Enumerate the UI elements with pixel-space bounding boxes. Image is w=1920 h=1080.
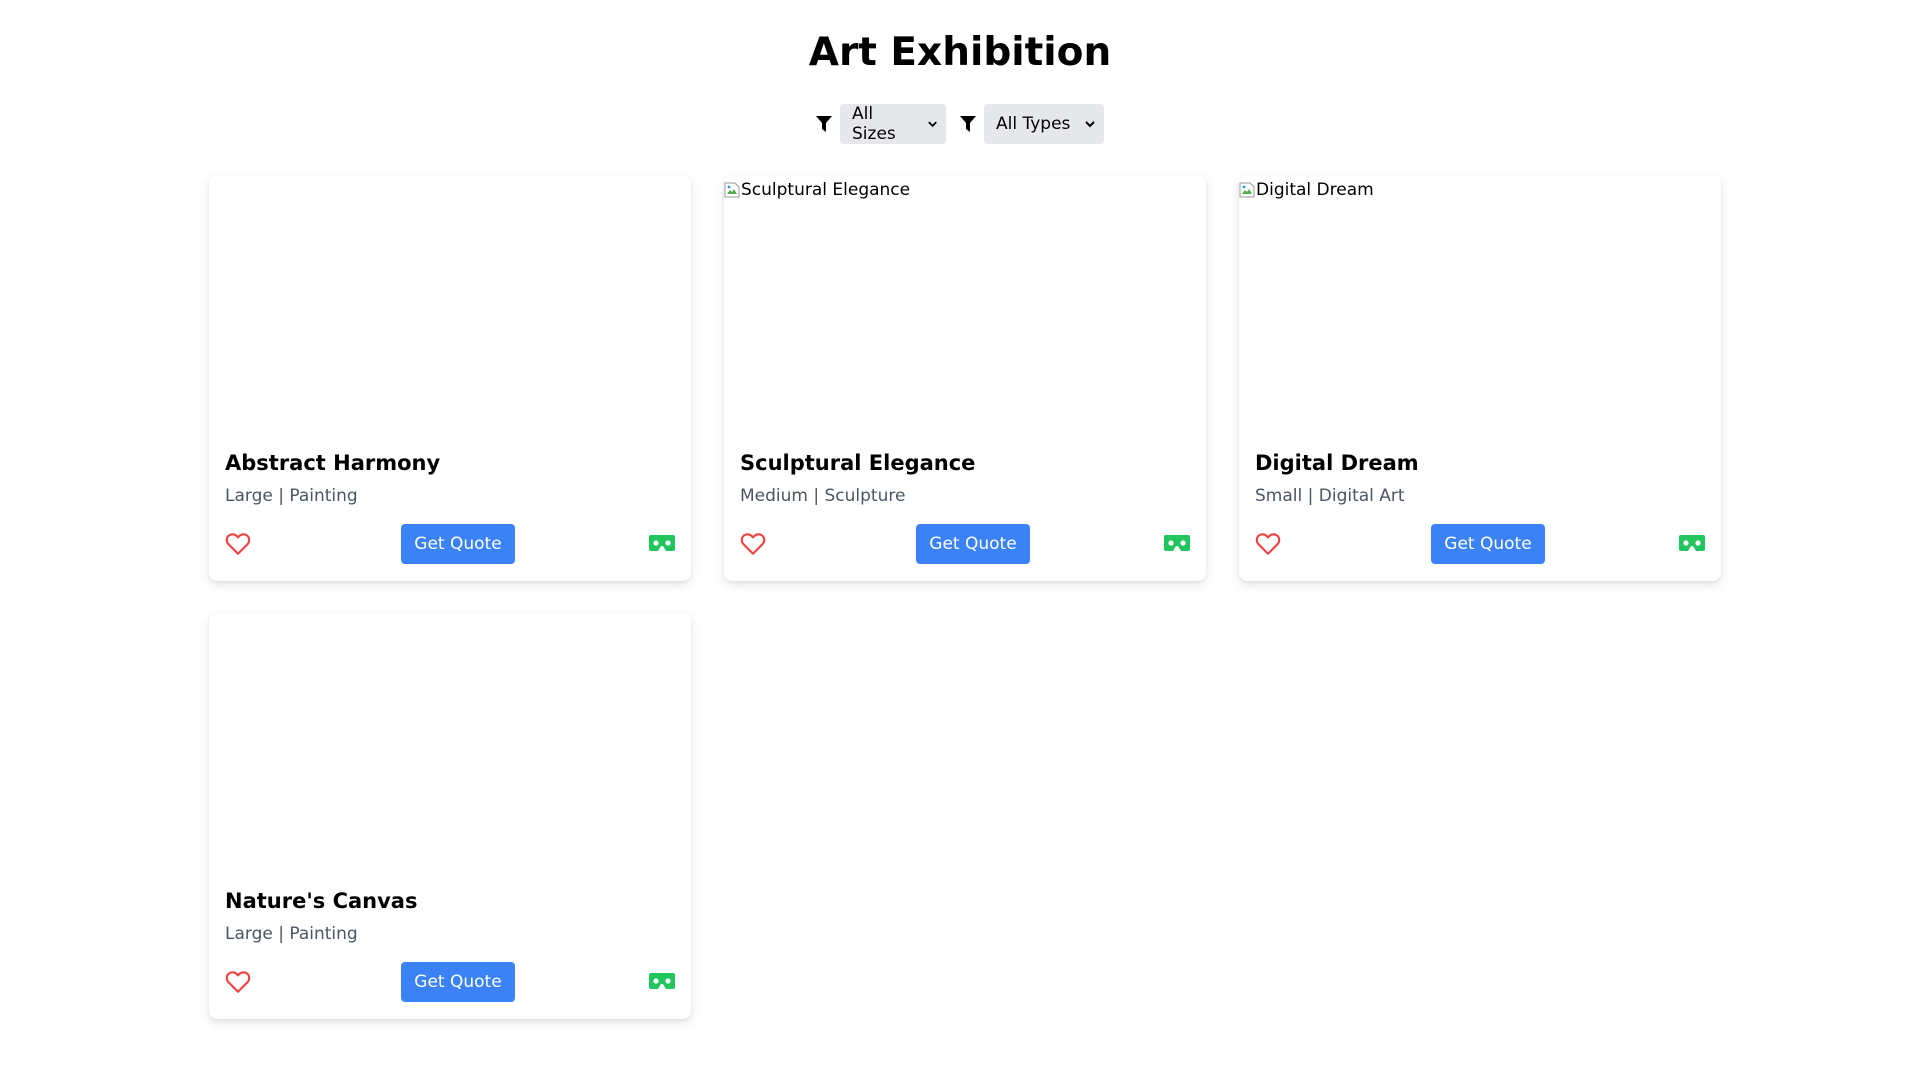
artwork-card: Digital Dream Digital Dream Small | Digi… [1239,175,1721,581]
artwork-card: Abstract Harmony Large | Painting Get Qu… [209,175,691,581]
heart-icon [225,533,251,555]
artwork-image [209,613,691,869]
favorite-button[interactable] [225,531,251,557]
artwork-image [209,175,691,431]
artwork-meta: Large | Painting [225,924,358,944]
artwork-meta: Medium | Sculpture [740,486,906,506]
vr-headset-icon [649,535,675,551]
favorite-button[interactable] [225,969,251,995]
card-actions: Get Quote [1255,524,1705,564]
broken-image-icon [1239,182,1255,198]
vr-headset-icon [1679,535,1705,551]
artwork-meta: Large | Painting [225,486,358,506]
image-alt-text: Digital Dream [1256,180,1374,200]
vr-headset-icon [1164,535,1190,551]
get-quote-button[interactable]: Get Quote [1431,524,1545,564]
artwork-title: Abstract Harmony [225,451,441,475]
get-quote-button[interactable]: Get Quote [401,962,515,1002]
heart-icon [740,533,766,555]
card-actions: Get Quote [740,524,1190,564]
artwork-meta: Small | Digital Art [1255,486,1405,506]
heart-icon [1255,533,1281,555]
get-quote-button[interactable]: Get Quote [401,524,515,564]
get-quote-button[interactable]: Get Quote [916,524,1030,564]
heart-icon [225,971,251,993]
artwork-title: Nature's Canvas [225,889,418,913]
artwork-title: Digital Dream [1255,451,1419,475]
favorite-button[interactable] [1255,531,1281,557]
vr-view-button[interactable] [649,535,675,553]
card-actions: Get Quote [225,524,675,564]
broken-image: Digital Dream [1239,179,1374,201]
artwork-card: Nature's Canvas Large | Painting Get Quo… [209,613,691,1019]
image-alt-text: Sculptural Elegance [741,180,911,200]
favorite-button[interactable] [740,531,766,557]
broken-image-icon [724,182,740,198]
artwork-image: Digital Dream [1239,175,1721,431]
artwork-title: Sculptural Elegance [740,451,976,475]
artwork-card: Sculptural Elegance Sculptural Elegance … [724,175,1206,581]
vr-headset-icon [649,973,675,989]
vr-view-button[interactable] [649,973,675,991]
artwork-image: Sculptural Elegance [724,175,1206,431]
vr-view-button[interactable] [1164,535,1190,553]
vr-view-button[interactable] [1679,535,1705,553]
broken-image: Sculptural Elegance [724,179,910,201]
card-actions: Get Quote [225,962,675,1002]
artwork-grid: Abstract Harmony Large | Painting Get Qu… [0,0,1920,1080]
